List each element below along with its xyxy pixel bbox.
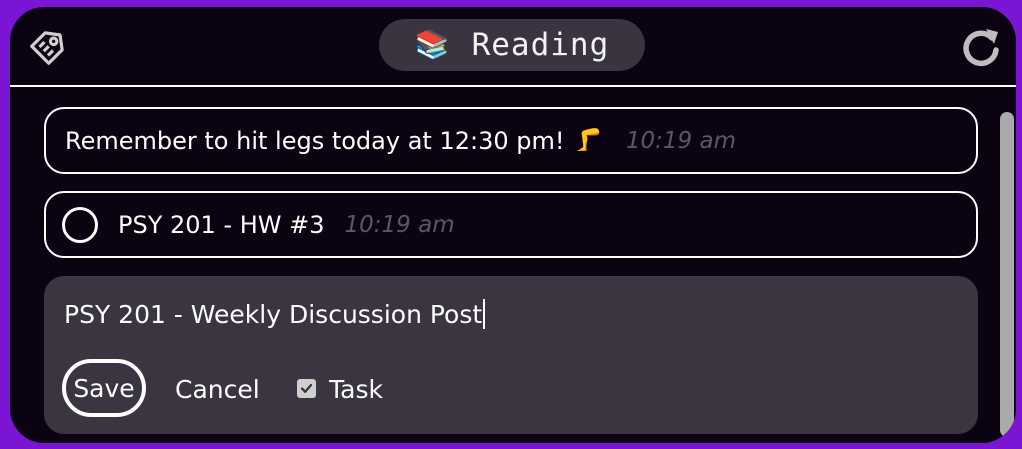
cancel-button[interactable]: Cancel xyxy=(175,375,260,404)
entry-editor: PSY 201 - Weekly Discussion Post Save Ca… xyxy=(44,276,978,434)
page-title: Reading xyxy=(471,27,610,63)
note-text: Remember to hit legs today at 12:30 pm! xyxy=(65,126,565,155)
entry-input[interactable]: PSY 201 - Weekly Discussion Post xyxy=(64,294,944,334)
books-icon: 📚 xyxy=(414,28,450,61)
task-item[interactable]: PSY 201 - HW #3 10:19 am xyxy=(44,191,978,258)
task-checkbox-label[interactable]: Task xyxy=(329,375,383,404)
task-timestamp: 10:19 am xyxy=(344,211,455,238)
checkmark-icon xyxy=(300,383,313,393)
note-item[interactable]: Remember to hit legs today at 12:30 pm! … xyxy=(44,107,978,174)
text-caret xyxy=(483,299,486,329)
title-pill[interactable]: 📚 Reading xyxy=(379,19,645,71)
note-timestamp: 10:19 am xyxy=(625,127,736,154)
entry-input-value: PSY 201 - Weekly Discussion Post xyxy=(64,299,483,329)
tag-icon xyxy=(30,31,64,65)
scrollbar-thumb[interactable] xyxy=(1000,112,1014,437)
refresh-icon xyxy=(963,29,999,67)
leg-icon: 🦵 xyxy=(574,128,602,153)
app-window: 📚 Reading Remember to hit legs today at … xyxy=(10,7,1016,443)
task-complete-checkbox[interactable] xyxy=(62,206,98,243)
save-button[interactable]: Save xyxy=(62,359,146,417)
task-checkbox[interactable] xyxy=(297,379,316,398)
header: 📚 Reading xyxy=(10,7,1016,87)
refresh-button[interactable] xyxy=(958,25,1004,71)
task-text: PSY 201 - HW #3 xyxy=(118,210,325,239)
tag-button[interactable] xyxy=(24,23,72,71)
